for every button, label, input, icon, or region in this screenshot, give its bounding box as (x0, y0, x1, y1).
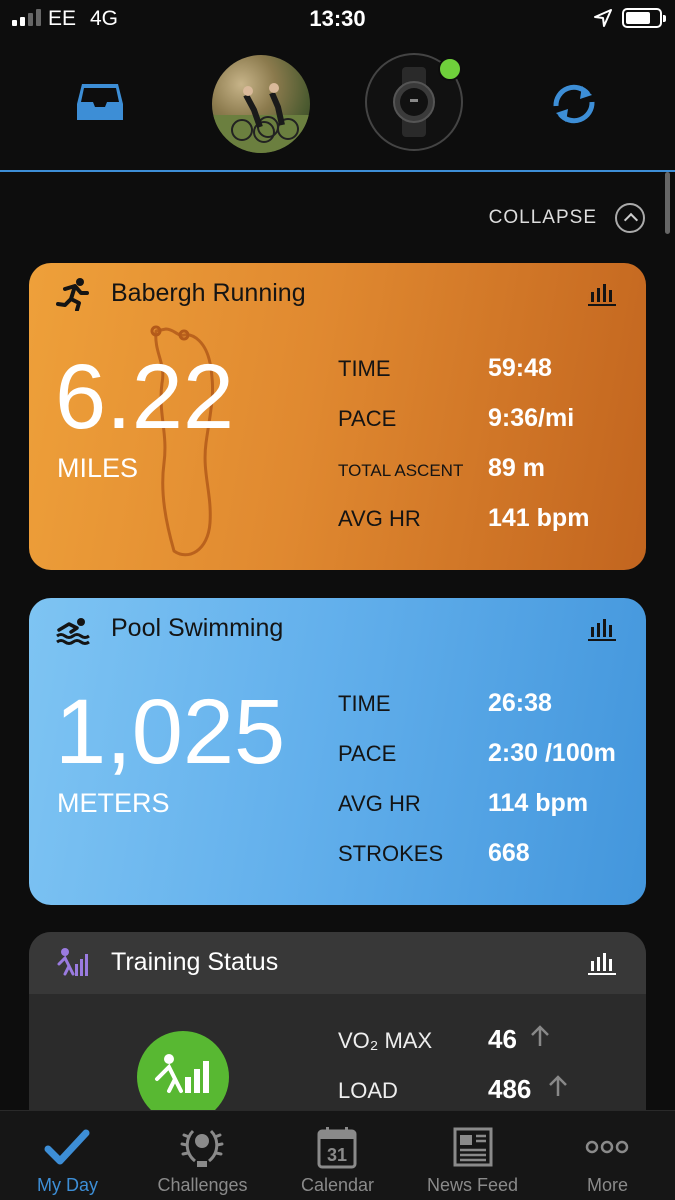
activity-title: Pool Swimming (111, 614, 284, 642)
inbox-icon[interactable] (76, 82, 124, 122)
arrow-up-icon (549, 1075, 567, 1096)
metric-label: LOAD (338, 1078, 398, 1103)
metric-label: VO₂ MAX (338, 1028, 433, 1053)
checkmark-icon (44, 1129, 90, 1165)
distance-value: 6.22 (55, 346, 235, 448)
metric-value: 59:48 (488, 354, 552, 382)
status-time: 13:30 (309, 6, 366, 31)
metric-label: TIME (338, 356, 391, 381)
calendar-day: 31 (327, 1145, 347, 1165)
distance-unit: METERS (57, 788, 170, 818)
arrow-up-icon (531, 1025, 549, 1046)
tab-my-day[interactable]: My Day (0, 1111, 135, 1200)
activity-title: Training Status (111, 948, 279, 976)
collapse-button[interactable]: COLLAPSE (489, 203, 645, 233)
swimming-icon (56, 618, 90, 645)
distance-unit: MILES (57, 453, 139, 483)
tab-label: Challenges (157, 1175, 248, 1195)
cyclists-photo (212, 83, 310, 153)
training-status-icon (57, 948, 88, 976)
chevron-up-icon (615, 203, 645, 233)
metric-label: STROKES (338, 841, 444, 866)
status-bar: EE 4G 13:30 (0, 0, 675, 40)
metric-label: AVG HR (338, 791, 421, 816)
metric-label: AVG HR (338, 506, 421, 531)
calendar-icon: 31 (317, 1127, 357, 1169)
sync-icon[interactable] (548, 80, 600, 128)
profile-avatar[interactable] (212, 55, 310, 153)
collapse-label: COLLAPSE (488, 207, 597, 228)
metric-value: 2:30 /100m (488, 739, 616, 767)
laurel-icon (180, 1129, 224, 1167)
stats-chart-icon[interactable] (588, 280, 616, 306)
metric-value: 114 bpm (488, 789, 589, 817)
tab-news-feed[interactable]: News Feed (405, 1111, 540, 1200)
metric-label: PACE (338, 741, 397, 766)
metric-value: 668 (488, 839, 530, 867)
device-connected-indicator (438, 57, 462, 81)
running-icon (56, 278, 89, 311)
metric-label: TOTAL ASCENT (338, 461, 464, 480)
card-header: Babergh Running (29, 263, 646, 325)
battery-icon (622, 8, 666, 28)
metric-label: TIME (338, 691, 391, 716)
metric-value: 486 (488, 1074, 532, 1104)
location-arrow-icon (594, 9, 612, 27)
running-activity-card[interactable]: Babergh Running 6.22 MILES TIME 59:48 PA… (29, 263, 646, 570)
scroll-indicator[interactable] (665, 172, 670, 234)
metric-value: 26:38 (488, 689, 552, 717)
distance-value: 1,025 (55, 681, 286, 783)
tab-calendar[interactable]: 31 Calendar (270, 1111, 405, 1200)
tab-label: News Feed (426, 1175, 519, 1195)
swimming-activity-card[interactable]: Pool Swimming 1,025 METERS TIME 26:38 PA… (29, 598, 646, 905)
app-header (0, 40, 675, 172)
metric-value: 141 bpm (488, 504, 590, 532)
card-header: Training Status (29, 932, 646, 994)
tab-label: My Day (36, 1175, 98, 1195)
metric-value: 46 (488, 1024, 517, 1054)
card-header: Pool Swimming (29, 598, 646, 660)
tab-challenges[interactable]: Challenges (135, 1111, 270, 1200)
tab-more[interactable]: More (540, 1111, 675, 1200)
activity-title: Babergh Running (111, 279, 306, 307)
tab-label: More (586, 1175, 628, 1195)
metric-value: 9:36/mi (488, 404, 575, 432)
newspaper-icon (453, 1127, 493, 1167)
tab-label: Calendar (300, 1175, 375, 1195)
stats-chart-icon[interactable] (588, 615, 616, 641)
metric-value: 89 m (488, 454, 545, 482)
metric-label: PACE (338, 406, 397, 431)
stats-chart-icon[interactable] (588, 949, 616, 975)
more-dots-icon (585, 1140, 629, 1154)
bottom-tab-bar: My Day Challenges 31 Calendar News Feed (0, 1110, 675, 1200)
